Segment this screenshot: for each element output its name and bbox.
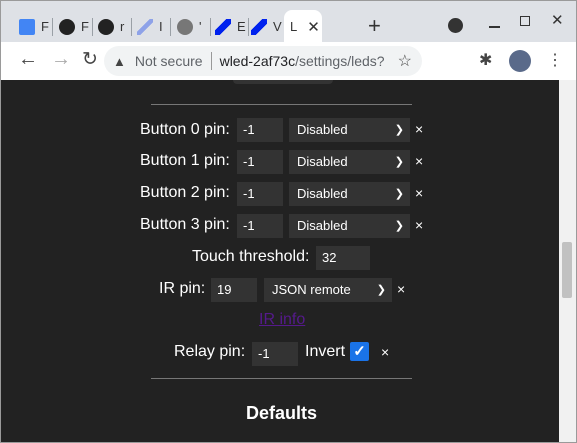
touch-threshold-label: Touch threshold: (192, 248, 310, 265)
chevron-down-icon: ❯ (394, 124, 404, 136)
docs-icon (19, 18, 35, 35)
github-icon (59, 18, 75, 35)
warning-icon: ▲ (113, 53, 126, 69)
wled-icon (251, 18, 267, 35)
ir-info-link[interactable]: IR info (259, 310, 305, 330)
menu-icon[interactable]: ⋮ (547, 50, 563, 70)
bookmark-star-icon[interactable]: ☆ (398, 51, 412, 71)
avatar[interactable] (509, 50, 531, 72)
tab-1[interactable]: F (53, 10, 93, 43)
defaults-heading: Defaults (245, 403, 317, 423)
button-3-pin-input[interactable]: -1 (237, 214, 283, 238)
remove-icon[interactable]: × (415, 215, 423, 235)
invert-checkbox[interactable]: ✓ (350, 342, 369, 361)
scrolled-button[interactable] (233, 80, 333, 84)
wled-icon (137, 18, 153, 35)
tab-4[interactable]: ' (171, 10, 211, 43)
forward-icon[interactable]: → (51, 48, 71, 71)
button-3-type-select[interactable]: Disabled ❯ (289, 214, 410, 238)
ir-pin-label: IR pin: (159, 280, 206, 297)
close-window-icon[interactable]: ✕ (551, 11, 564, 29)
tab-search-icon[interactable] (448, 18, 463, 33)
github-icon (98, 18, 114, 35)
reload-icon[interactable]: ↻ (82, 48, 98, 71)
toolbar: ← → ↻ ▲ Not secure wled-2af73c/settings/… (0, 42, 577, 80)
remove-icon[interactable]: × (415, 183, 423, 203)
touch-threshold-input[interactable]: 32 (316, 246, 370, 270)
button-0-type-select[interactable]: Disabled ❯ (289, 118, 410, 142)
button-0-pin-input[interactable]: -1 (237, 118, 283, 142)
button-2-pin-input[interactable]: -1 (237, 182, 283, 206)
chevron-down-icon: ❯ (376, 284, 386, 296)
chevron-down-icon: ❯ (394, 220, 404, 232)
scrollbar[interactable] (559, 80, 576, 442)
tab-0[interactable]: F (13, 10, 53, 43)
chevron-down-icon: ❯ (394, 188, 404, 200)
button-1-pin-input[interactable]: -1 (237, 150, 283, 174)
tab-active[interactable]: L ✕ (284, 10, 322, 43)
divider (151, 104, 412, 105)
scrollbar-thumb[interactable] (562, 242, 572, 298)
page-content: Button 0 pin: -1 Disabled ❯ × Button 1 pi… (0, 80, 577, 443)
remove-icon[interactable]: × (381, 342, 389, 362)
button-2-type-select[interactable]: Disabled ❯ (289, 182, 410, 206)
invert-label: Invert (305, 343, 346, 360)
close-tab-icon[interactable]: ✕ (307, 18, 320, 36)
tab-3[interactable]: I (131, 10, 171, 43)
wled-icon (215, 18, 231, 35)
tab-2[interactable]: r (92, 10, 132, 43)
minimize-icon[interactable] (489, 26, 500, 28)
relay-pin-input[interactable]: -1 (252, 342, 298, 366)
remove-icon[interactable]: × (415, 151, 423, 171)
extensions-icon[interactable]: ✱ (479, 50, 492, 70)
globe-icon (177, 18, 193, 35)
tab-5[interactable]: E (209, 10, 249, 43)
address-bar[interactable]: ▲ Not secure wled-2af73c/settings/leds? … (104, 46, 422, 76)
tab-6[interactable]: V (245, 10, 285, 43)
back-icon[interactable]: ← (18, 48, 38, 71)
ir-pin-input[interactable]: 19 (211, 278, 257, 302)
remove-icon[interactable]: × (397, 279, 405, 299)
ir-type-select[interactable]: JSON remote ❯ (264, 278, 392, 302)
tab-strip: F F r I ' E V L ✕ + ✕ (0, 0, 577, 43)
remove-icon[interactable]: × (415, 119, 423, 139)
relay-pin-label: Relay pin: (174, 343, 246, 360)
maximize-icon[interactable] (520, 16, 530, 26)
button-1-type-select[interactable]: Disabled ❯ (289, 150, 410, 174)
chevron-down-icon: ❯ (394, 156, 404, 168)
divider (151, 378, 412, 379)
new-tab-button[interactable]: + (368, 13, 381, 39)
